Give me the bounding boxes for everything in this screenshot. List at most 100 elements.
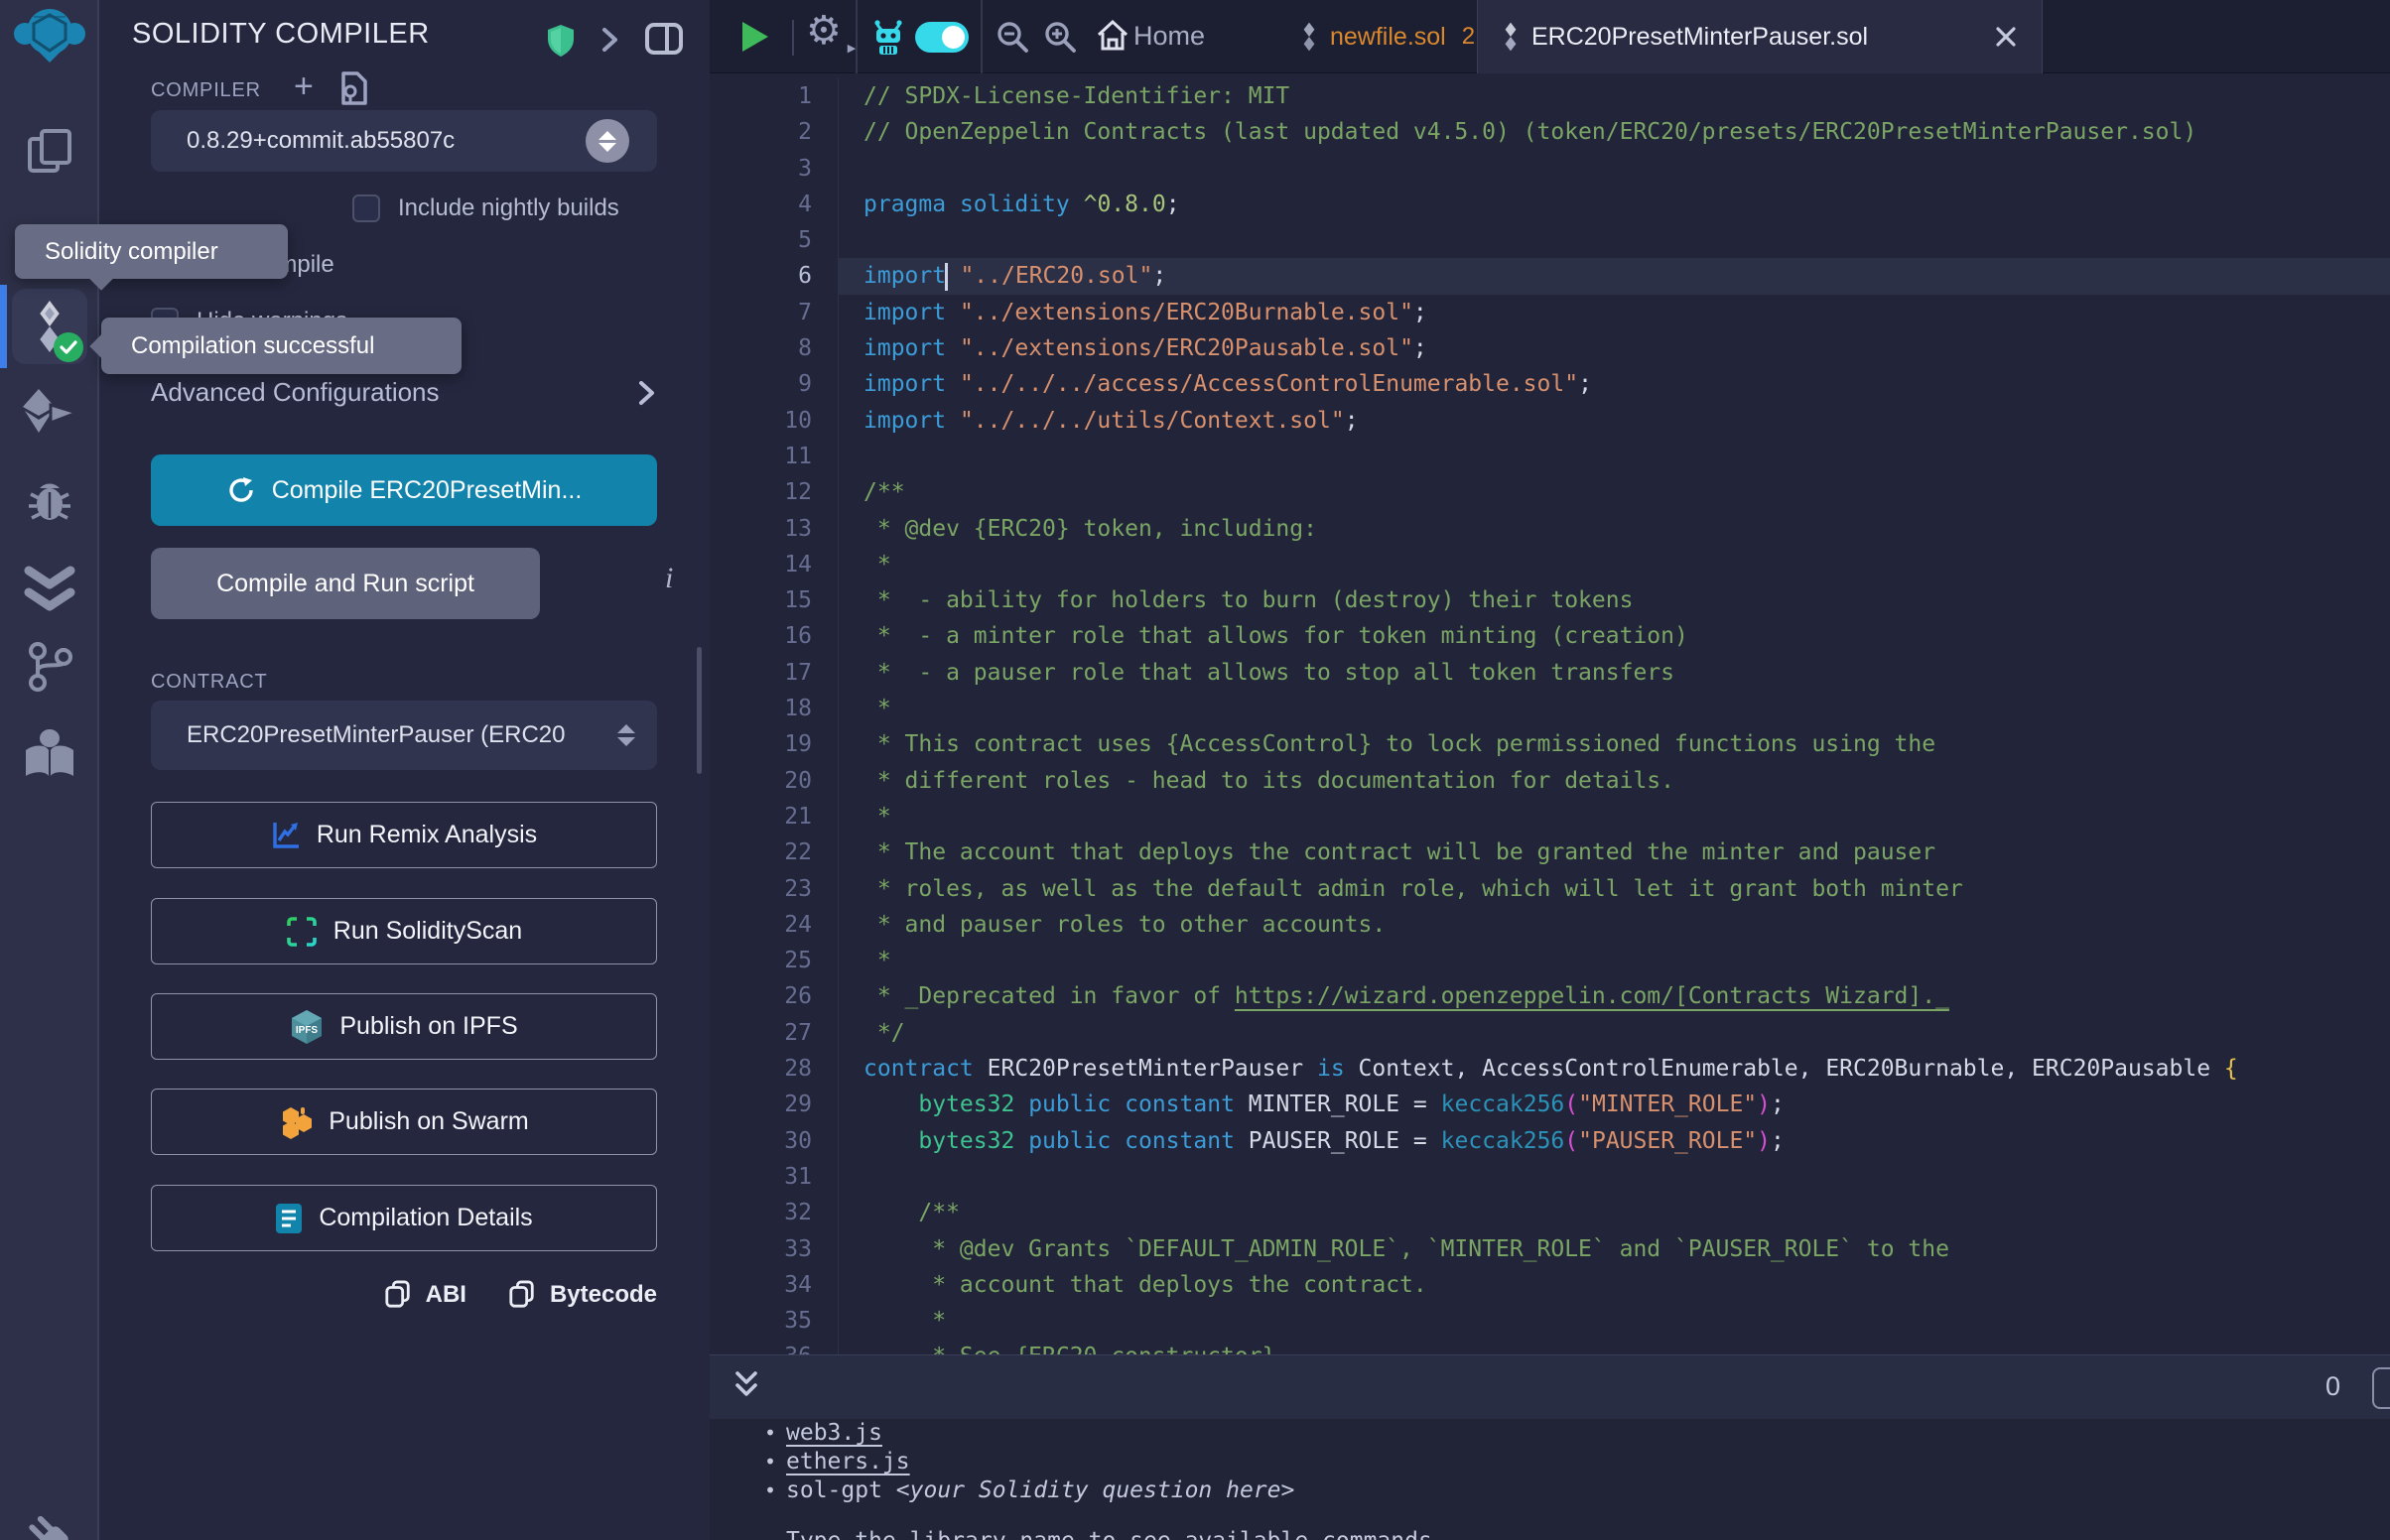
deploy-run-icon[interactable] bbox=[0, 385, 99, 441]
code-line-9[interactable]: 9import "../../../access/AccessControlEn… bbox=[710, 366, 2390, 402]
code-line-21[interactable]: 21 * bbox=[710, 799, 2390, 834]
code-line-1[interactable]: 1// SPDX-License-Identifier: MIT bbox=[710, 78, 2390, 114]
code-line-3[interactable]: 3 bbox=[710, 151, 2390, 187]
code-line-17[interactable]: 17 * - a pauser role that allows to stop… bbox=[710, 655, 2390, 691]
code-line-33[interactable]: 33 * @dev Grants `DEFAULT_ADMIN_ROLE`, `… bbox=[710, 1231, 2390, 1267]
debugger-icon[interactable] bbox=[0, 472, 99, 528]
tab-active-name: ERC20PresetMinterPauser.sol bbox=[1531, 23, 1868, 52]
publish-swarm-label: Publish on Swarm bbox=[329, 1107, 528, 1136]
run-script-play-button[interactable] bbox=[742, 22, 768, 52]
terminal-bar[interactable]: 0 bbox=[710, 1354, 2390, 1419]
publish-swarm-button[interactable]: Publish on Swarm bbox=[151, 1089, 657, 1155]
code-line-26[interactable]: 26 * _Deprecated in favor of https://wiz… bbox=[710, 978, 2390, 1014]
version-select-arrows-icon bbox=[586, 119, 629, 163]
toolbar-section-divider bbox=[981, 0, 983, 73]
nightly-builds-checkbox[interactable] bbox=[352, 194, 380, 222]
code-line-14[interactable]: 14 * bbox=[710, 547, 2390, 582]
compilation-details-button[interactable]: Compilation Details bbox=[151, 1185, 657, 1251]
home-icon[interactable] bbox=[1095, 18, 1130, 54]
publish-ipfs-button[interactable]: IPFS Publish on IPFS bbox=[151, 993, 657, 1060]
terminal-entry-2[interactable]: •ethers.js bbox=[710, 1448, 2390, 1476]
toolbar-divider bbox=[792, 20, 794, 56]
remix-logo-icon[interactable] bbox=[0, 6, 99, 64]
compile-and-run-button[interactable]: Compile and Run script bbox=[151, 548, 540, 619]
terminal-output[interactable]: •web3.js•ethers.js•sol-gpt <your Solidit… bbox=[710, 1419, 2390, 1540]
code-line-13[interactable]: 13 * @dev {ERC20} token, including: bbox=[710, 511, 2390, 547]
add-compiler-icon[interactable]: + bbox=[294, 67, 314, 106]
compiler-version-select[interactable]: 0.8.29+commit.ab55807c bbox=[151, 110, 657, 172]
unit-testing-icon[interactable] bbox=[0, 562, 99, 617]
run-solidityscan-label: Run SolidityScan bbox=[333, 917, 522, 946]
compilation-status-tooltip: Compilation successful bbox=[101, 318, 462, 374]
code-line-11[interactable]: 11 bbox=[710, 439, 2390, 474]
analysis-chart-icon bbox=[271, 821, 301, 850]
ai-copilot-robot-icon[interactable] bbox=[869, 17, 907, 57]
learneth-book-icon[interactable] bbox=[0, 726, 99, 784]
license-doc-icon[interactable] bbox=[337, 71, 369, 105]
code-line-10[interactable]: 10import "../../../utils/Context.sol"; bbox=[710, 403, 2390, 439]
code-line-16[interactable]: 16 * - a minter role that allows for tok… bbox=[710, 618, 2390, 654]
tab-erc20presetminterpauser[interactable]: ERC20PresetMinterPauser.sol bbox=[1477, 0, 2043, 73]
code-editor[interactable]: 1// SPDX-License-Identifier: MIT2// Open… bbox=[710, 74, 2390, 1354]
zoom-out-icon[interactable] bbox=[996, 20, 1029, 54]
shield-icon[interactable] bbox=[546, 24, 576, 58]
code-line-35[interactable]: 35 * bbox=[710, 1303, 2390, 1339]
solidity-file-icon bbox=[1300, 22, 1318, 52]
plugin-tooltip: Solidity compiler bbox=[15, 224, 288, 279]
zoom-in-icon[interactable] bbox=[1043, 20, 1077, 54]
code-line-29[interactable]: 29 bytes32 public constant MINTER_ROLE =… bbox=[710, 1087, 2390, 1122]
info-icon[interactable]: i bbox=[665, 562, 673, 595]
copy-abi-icon[interactable] bbox=[384, 1280, 412, 1310]
toolbar-section-divider bbox=[856, 0, 858, 73]
code-line-34[interactable]: 34 * account that deploys the contract. bbox=[710, 1267, 2390, 1303]
panel-scrollbar[interactable] bbox=[697, 647, 702, 774]
code-line-36[interactable]: 36 * See {ERC20-constructor}. bbox=[710, 1339, 2390, 1354]
close-tab-icon[interactable] bbox=[1994, 25, 2018, 49]
bytecode-label[interactable]: Bytecode bbox=[550, 1281, 657, 1309]
code-line-25[interactable]: 25 * bbox=[710, 943, 2390, 978]
expand-terminal-chevrons-icon[interactable] bbox=[731, 1369, 761, 1405]
code-line-7[interactable]: 7import "../extensions/ERC20Burnable.sol… bbox=[710, 295, 2390, 330]
code-line-20[interactable]: 20 * different roles - head to its docum… bbox=[710, 763, 2390, 799]
code-line-27[interactable]: 27 */ bbox=[710, 1015, 2390, 1051]
home-tab-label[interactable]: Home bbox=[1133, 21, 1205, 52]
contract-select-arrows-icon bbox=[617, 724, 635, 746]
file-explorer-icon[interactable] bbox=[0, 121, 99, 181]
code-line-24[interactable]: 24 * and pauser roles to other accounts. bbox=[710, 907, 2390, 943]
code-line-15[interactable]: 15 * - ability for holders to burn (dest… bbox=[710, 582, 2390, 618]
code-line-6[interactable]: 6import "../ERC20.sol"; bbox=[710, 258, 2390, 294]
terminal-listen-toggle[interactable] bbox=[2372, 1367, 2390, 1409]
copilot-toggle[interactable] bbox=[915, 22, 969, 53]
code-line-18[interactable]: 18 * bbox=[710, 691, 2390, 726]
active-plugin-indicator bbox=[0, 285, 7, 368]
code-line-32[interactable]: 32 /** bbox=[710, 1195, 2390, 1230]
terminal-entry-1[interactable]: •web3.js bbox=[710, 1419, 2390, 1448]
remix-ide-window: SOLIDITY COMPILER COMPILER + 0.8.29+comm… bbox=[0, 0, 2390, 1540]
code-line-23[interactable]: 23 * roles, as well as the default admin… bbox=[710, 871, 2390, 907]
code-line-2[interactable]: 2// OpenZeppelin Contracts (last updated… bbox=[710, 114, 2390, 150]
publish-ipfs-label: Publish on IPFS bbox=[339, 1012, 517, 1041]
compile-button[interactable]: Compile ERC20PresetMin... bbox=[151, 454, 657, 526]
code-line-19[interactable]: 19 * This contract uses {AccessControl} … bbox=[710, 726, 2390, 762]
code-line-12[interactable]: 12/** bbox=[710, 474, 2390, 510]
terminal-entry-3[interactable]: •sol-gpt <your Solidity question here> bbox=[710, 1476, 2390, 1505]
code-line-8[interactable]: 8import "../extensions/ERC20Pausable.sol… bbox=[710, 330, 2390, 366]
contract-select[interactable]: ERC20PresetMinterPauser (ERC20 bbox=[151, 701, 657, 770]
abi-label[interactable]: ABI bbox=[426, 1281, 466, 1309]
code-line-22[interactable]: 22 * The account that deploys the contra… bbox=[710, 834, 2390, 870]
run-config-gear-icon[interactable]: ⚙ bbox=[806, 8, 842, 54]
code-line-31[interactable]: 31 bbox=[710, 1159, 2390, 1195]
chevron-right-icon[interactable] bbox=[599, 26, 621, 54]
run-solidityscan-button[interactable]: Run SolidityScan bbox=[151, 898, 657, 964]
code-line-28[interactable]: 28contract ERC20PresetMinterPauser is Co… bbox=[710, 1051, 2390, 1087]
advanced-configurations-row[interactable]: Advanced Configurations bbox=[151, 377, 657, 408]
tab-newfile[interactable]: newfile.sol 2 bbox=[1300, 0, 1475, 73]
plugin-manager-plug-icon[interactable] bbox=[0, 1508, 99, 1540]
code-line-30[interactable]: 30 bytes32 public constant PAUSER_ROLE =… bbox=[710, 1123, 2390, 1159]
run-remix-analysis-button[interactable]: Run Remix Analysis bbox=[151, 802, 657, 868]
copy-bytecode-icon[interactable] bbox=[508, 1280, 536, 1310]
pin-panel-icon[interactable] bbox=[645, 23, 683, 55]
git-branch-icon[interactable] bbox=[0, 639, 99, 695]
code-line-4[interactable]: 4pragma solidity ^0.8.0; bbox=[710, 187, 2390, 222]
code-line-5[interactable]: 5 bbox=[710, 222, 2390, 258]
